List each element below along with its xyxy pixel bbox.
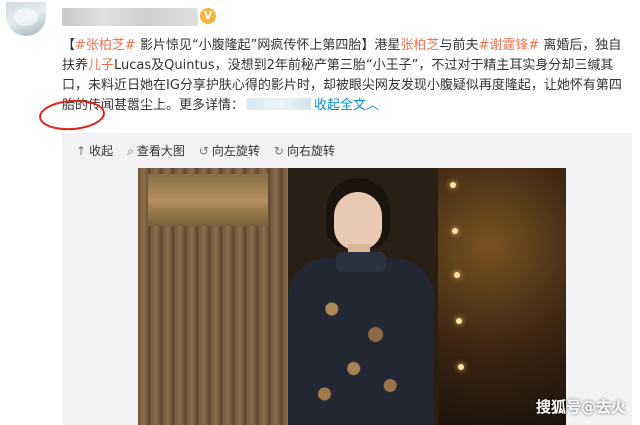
chevron-up-icon: ︿ <box>366 98 380 113</box>
post-photo[interactable] <box>138 168 566 425</box>
post-text-segment: 影片惊见“小腹隆起”网疯传怀上第四胎】港星 <box>135 38 401 53</box>
collar <box>336 252 386 272</box>
face <box>334 192 382 250</box>
son-link[interactable]: 儿子 <box>88 58 114 73</box>
annotation-circle <box>38 97 106 133</box>
rotate-right-icon: ↻ <box>273 144 284 158</box>
store-sign <box>148 174 268 226</box>
hashtag-link[interactable]: #谢霆锋# <box>478 38 539 53</box>
post-text-segment: 与前夫 <box>439 38 479 53</box>
tool-label: 收起 <box>89 144 114 158</box>
tool-label: 查看大图 <box>136 144 185 158</box>
rotate-left-button[interactable]: ↺ 向左旋转 <box>199 141 260 161</box>
title-bracket: 【 <box>62 38 76 53</box>
collapse-label[interactable]: 收起全文 <box>314 98 366 113</box>
verified-badge-icon: V <box>200 8 216 24</box>
username-redacted[interactable] <box>62 8 198 26</box>
arrow-up-icon: ↑ <box>76 144 87 158</box>
tool-label: 向右旋转 <box>286 144 335 158</box>
rotate-right-button[interactable]: ↻ 向右旋转 <box>274 141 335 161</box>
light-dot <box>458 364 464 370</box>
media-toolbar: ↑ 收起 ⌕ 查看大图 ↺ 向左旋转 ↻ 向右旋转 <box>76 141 335 161</box>
tool-label: 向左旋转 <box>211 144 260 158</box>
view-large-button[interactable]: ⌕ 查看大图 <box>127 141 185 161</box>
post-header: V <box>0 0 640 36</box>
url-redacted[interactable] <box>247 98 312 110</box>
post-text: 【#张柏芝# 影片惊见“小腹隆起”网疯传怀上第四胎】港星张柏芝与前夫#谢霆锋# … <box>62 36 632 116</box>
hashtag-link[interactable]: #张柏芝# <box>75 38 136 53</box>
collapse-image-button[interactable]: ↑ 收起 <box>76 141 113 161</box>
light-dot <box>456 318 462 324</box>
collapse-link[interactable]: 收起全文︿ <box>314 98 379 113</box>
photo-background-right <box>438 168 566 425</box>
media-panel: ↑ 收起 ⌕ 查看大图 ↺ 向左旋转 ↻ 向右旋转 <box>62 133 632 425</box>
rotate-left-icon: ↺ <box>198 144 209 158</box>
watermark: 搜狐号@去火 <box>535 398 626 416</box>
photo-subject <box>266 178 456 425</box>
avatar[interactable] <box>6 2 46 36</box>
name-link[interactable]: 张柏芝 <box>400 38 439 53</box>
embellished-dress <box>288 258 434 425</box>
magnifier-icon: ⌕ <box>127 144 134 158</box>
